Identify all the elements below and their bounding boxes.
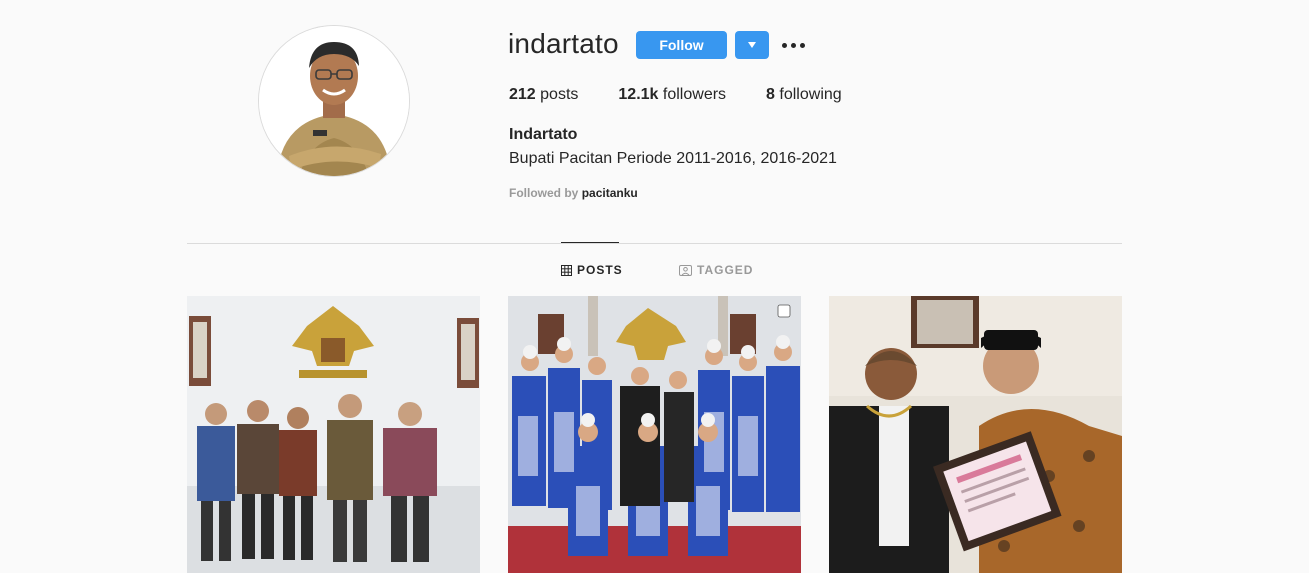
- profile-username: indartato: [508, 28, 619, 59]
- followers-link[interactable]: 12.1k followers: [618, 86, 726, 104]
- caret-down-icon: [748, 42, 756, 48]
- active-tab-indicator: [561, 242, 619, 243]
- post-thumbnail[interactable]: [187, 296, 480, 573]
- following-count: 8: [766, 86, 775, 103]
- profile-full-name: Indartato: [509, 126, 578, 143]
- tabs-divider: [187, 243, 1122, 244]
- tab-tagged-label: TAGGED: [697, 263, 754, 277]
- tagged-icon: [679, 264, 692, 276]
- profile-stats: 212 posts 12.1k followers 8 following: [509, 86, 882, 104]
- post-image: [829, 296, 1122, 573]
- followed-by-text: Followed by pacitanku: [509, 186, 638, 200]
- posts-label: posts: [540, 86, 579, 103]
- ellipsis-icon: [791, 42, 796, 48]
- post-image: [508, 296, 801, 573]
- post-thumbnail[interactable]: [829, 296, 1122, 573]
- follow-button[interactable]: Follow: [636, 31, 727, 59]
- followed-by-prefix: Followed by: [509, 186, 579, 200]
- ellipsis-icon: [782, 42, 787, 48]
- tab-tagged[interactable]: TAGGED: [679, 263, 753, 277]
- avatar-image: [259, 26, 409, 176]
- posts-count: 212: [509, 86, 536, 103]
- followers-label: followers: [662, 86, 727, 103]
- following-label: following: [779, 86, 842, 103]
- suggested-accounts-dropdown-button[interactable]: [735, 31, 769, 59]
- profile-bio: Bupati Pacitan Periode 2011-2016, 2016-2…: [509, 150, 837, 167]
- ellipsis-icon: [800, 42, 805, 48]
- profile-avatar[interactable]: [258, 25, 410, 177]
- grid-icon: [561, 264, 572, 276]
- followers-count: 12.1k: [618, 86, 659, 103]
- tab-posts[interactable]: POSTS: [561, 263, 623, 277]
- more-options-button[interactable]: [782, 38, 806, 52]
- posts-count-stat: 212 posts: [509, 86, 578, 104]
- multiple-photos-icon: [777, 304, 791, 318]
- followed-by-user-link[interactable]: pacitanku: [582, 186, 638, 200]
- tab-posts-label: POSTS: [577, 263, 623, 277]
- post-thumbnail[interactable]: [508, 296, 801, 573]
- post-image: [187, 296, 480, 573]
- following-link[interactable]: 8 following: [766, 86, 842, 104]
